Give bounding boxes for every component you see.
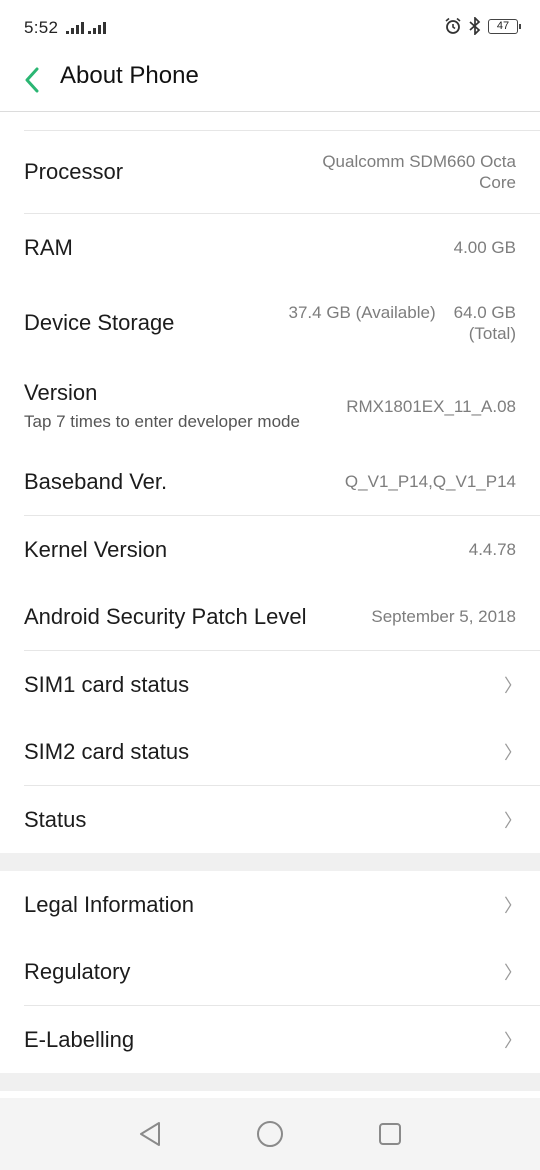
alarm-icon — [445, 17, 461, 34]
ram-row: RAM 4.00 GB — [0, 214, 540, 281]
processor-label: Processor — [24, 159, 124, 184]
chevron-right-icon: 〉 — [504, 742, 522, 763]
e-labelling-label: E-Labelling — [24, 1026, 135, 1052]
nav-back-button[interactable] — [130, 1114, 170, 1154]
baseband-row: Baseband Ver. Q_V1_P14,Q_V1_P14 — [0, 448, 540, 515]
signal-icon — [66, 22, 85, 34]
e-labelling-row[interactable]: E-Labelling 〉 — [0, 1006, 540, 1073]
about-list: Processor Qualcomm SDM660 Octa Core RAM … — [0, 112, 540, 1091]
regulatory-row[interactable]: Regulatory 〉 — [0, 938, 540, 1005]
kernel-row: Kernel Version 4.4.78 — [0, 516, 540, 583]
security-patch-row: Android Security Patch Level September 5… — [0, 583, 540, 650]
chevron-right-icon: 〉 — [504, 1030, 522, 1051]
chevron-left-icon — [25, 67, 39, 93]
status-time: 5:52 — [24, 18, 59, 37]
storage-available: 37.4 GB (Available) — [288, 302, 436, 322]
legal-information-label: Legal Information — [24, 891, 194, 917]
version-subtitle: Tap 7 times to enter developer mode — [24, 412, 300, 431]
security-patch-label: Android Security Patch Level — [24, 603, 307, 629]
status-bar: 5:52 47 — [0, 0, 540, 56]
processor-value-line2: Core — [479, 173, 516, 192]
device-storage-label: Device Storage — [24, 309, 175, 335]
recents-icon — [379, 1123, 401, 1145]
back-icon — [140, 1122, 160, 1146]
bluetooth-icon — [469, 17, 481, 35]
chevron-right-icon: 〉 — [504, 810, 522, 831]
home-icon — [257, 1121, 283, 1147]
regulatory-label: Regulatory — [24, 958, 131, 984]
kernel-label: Kernel Version — [24, 536, 168, 562]
baseband-value: Q_V1_P14,Q_V1_P14 — [344, 472, 516, 491]
version-value: RMX1801EX_11_A.08 — [346, 396, 516, 416]
security-patch-value: September 5, 2018 — [371, 607, 516, 626]
processor-row: Processor Qualcomm SDM660 Octa Core — [0, 131, 540, 213]
device-storage-row: Device Storage 37.4 GB (Available) 64.0 … — [0, 281, 540, 364]
navigation-bar — [0, 1098, 540, 1170]
ram-value: 4.00 GB — [453, 238, 516, 257]
chevron-right-icon: 〉 — [504, 675, 522, 696]
version-row[interactable]: Version Tap 7 times to enter developer m… — [0, 364, 540, 448]
chevron-right-icon: 〉 — [504, 962, 522, 983]
status-label: Status — [24, 806, 87, 832]
legal-information-row[interactable]: Legal Information 〉 — [0, 871, 540, 938]
status-row[interactable]: Status 〉 — [0, 786, 540, 853]
sim2-status-row[interactable]: SIM2 card status 〉 — [0, 718, 540, 785]
storage-total-line1: 64.0 GB — [453, 302, 516, 322]
baseband-label: Baseband Ver. — [24, 468, 168, 494]
signal-icon — [88, 22, 107, 34]
processor-value: Qualcomm SDM660 Octa Core — [322, 151, 516, 193]
nav-recents-button[interactable] — [370, 1114, 410, 1154]
ram-label: RAM — [24, 234, 73, 260]
kernel-value: 4.4.78 — [468, 540, 516, 559]
storage-total-line2: (Total) — [468, 323, 516, 343]
version-label: Version — [24, 380, 98, 405]
sim1-status-row[interactable]: SIM1 card status 〉 — [0, 651, 540, 718]
app-bar: About Phone — [0, 56, 540, 112]
page-title: About Phone — [60, 62, 199, 89]
processor-value-line1: Qualcomm SDM660 Octa — [322, 152, 516, 171]
sim2-status-label: SIM2 card status — [24, 738, 190, 764]
section-divider — [0, 853, 540, 871]
battery-icon: 47 — [488, 18, 521, 34]
section-divider — [0, 1073, 540, 1091]
device-storage-value: 37.4 GB (Available) 64.0 GB (Total) — [289, 302, 516, 344]
chevron-right-icon: 〉 — [504, 895, 522, 916]
storage-total: 64.0 GB (Total) — [454, 302, 516, 344]
back-button[interactable] — [16, 64, 48, 96]
sim1-status-label: SIM1 card status — [24, 671, 190, 697]
nav-home-button[interactable] — [250, 1114, 290, 1154]
version-text: Version Tap 7 times to enter developer m… — [24, 380, 300, 432]
